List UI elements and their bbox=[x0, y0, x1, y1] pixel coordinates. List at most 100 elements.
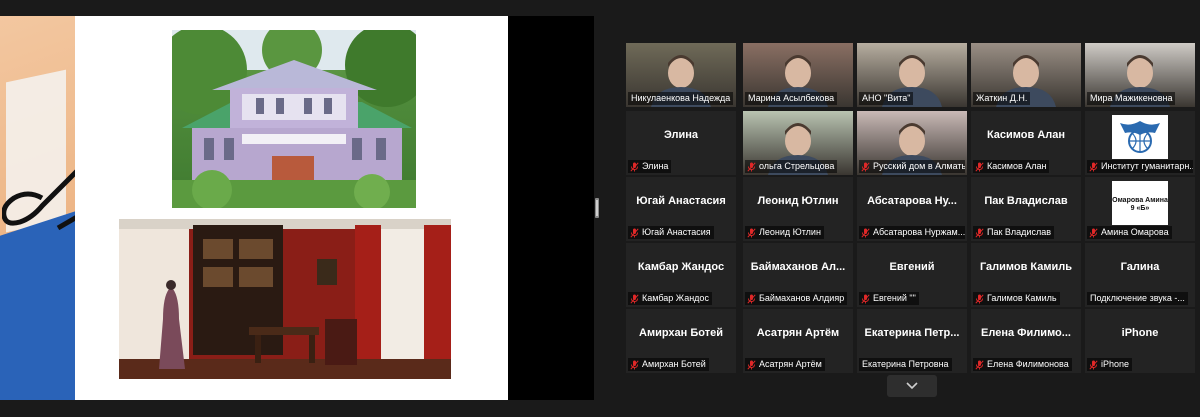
muted-mic-icon bbox=[861, 293, 870, 304]
participant-name: Югай Анастасия bbox=[642, 227, 711, 237]
participant-name-label: Галимов Камиль bbox=[973, 292, 1060, 305]
participant-display-name: Камбар Жандос bbox=[637, 261, 725, 273]
participant-name: Асатрян Артём bbox=[759, 359, 822, 369]
participant-tile[interactable]: Югай Анастасия Югай Анастасия bbox=[626, 177, 736, 241]
participant-name: Подключение звука -... bbox=[1090, 293, 1185, 303]
muted-mic-icon bbox=[630, 359, 639, 370]
participant-display-name: Елена Филимо... bbox=[981, 327, 1071, 339]
participant-name-label: Пак Владислав bbox=[973, 226, 1054, 239]
participant-name-label: Касимов Алан bbox=[973, 160, 1050, 173]
participant-display-name: Амирхан Ботей bbox=[639, 327, 723, 339]
participant-tile[interactable]: Галина Подключение звука -... bbox=[1085, 243, 1195, 307]
participant-tile[interactable]: Асатрян Артём Асатрян Артём bbox=[743, 309, 853, 373]
split-view-handle[interactable] bbox=[595, 198, 599, 218]
participant-tile[interactable]: Касимов Алан Касимов Алан bbox=[971, 111, 1081, 175]
participant-tile[interactable]: АНО "Вита" bbox=[857, 43, 967, 107]
muted-mic-icon bbox=[975, 293, 984, 304]
muted-mic-icon bbox=[747, 161, 756, 172]
participant-name-label: Русский дом в Алматы bbox=[859, 160, 965, 173]
participant-tile[interactable]: Никулаенкова Надежда bbox=[626, 43, 736, 107]
participant-name-label: Мира Мажикеновна bbox=[1087, 92, 1176, 105]
participant-name-label: Никулаенкова Надежда bbox=[628, 92, 734, 105]
house-museum-photo bbox=[172, 30, 416, 208]
participant-name: Никулаенкова Надежда bbox=[631, 93, 731, 103]
participant-name: Касимов Алан bbox=[987, 161, 1047, 171]
participant-tile[interactable]: iPhone iPhone bbox=[1085, 309, 1195, 373]
participant-name: Марина Асылбекова bbox=[748, 93, 835, 103]
participant-tile[interactable]: ольга Стрельцова bbox=[743, 111, 853, 175]
participant-name-label: Амирхан Ботей bbox=[628, 358, 709, 371]
participant-name: Екатерина Петровна bbox=[862, 359, 949, 369]
participant-tile[interactable]: Жаткин Д.Н. bbox=[971, 43, 1081, 107]
participant-name: Жаткин Д.Н. bbox=[976, 93, 1028, 103]
participant-tile[interactable]: Леонид Ютлин Леонид Ютлин bbox=[743, 177, 853, 241]
participant-display-name: iPhone bbox=[1121, 327, 1159, 339]
participant-name-label: Елена Филимонова bbox=[973, 358, 1072, 371]
participant-name-label: Элина bbox=[628, 160, 672, 173]
participant-tile[interactable]: Мира Мажикеновна bbox=[1085, 43, 1195, 107]
muted-mic-icon bbox=[975, 227, 984, 238]
participant-tile[interactable]: Марина Асылбекова bbox=[743, 43, 853, 107]
muted-mic-icon bbox=[630, 293, 639, 304]
muted-mic-icon bbox=[1089, 227, 1098, 238]
participant-display-name: Евгений bbox=[889, 261, 935, 273]
participant-name-label: iPhone bbox=[1087, 358, 1133, 371]
muted-mic-icon bbox=[630, 161, 639, 172]
participant-name: Елена Филимонова bbox=[987, 359, 1069, 369]
study-room-photo bbox=[119, 219, 451, 379]
participant-display-name: Элина bbox=[663, 129, 699, 141]
gallery-next-page-button[interactable] bbox=[887, 375, 937, 397]
participant-name-label: Асатрян Артём bbox=[745, 358, 825, 371]
participant-name: ольга Стрельцова bbox=[759, 161, 835, 171]
participant-name-label: Жаткин Д.Н. bbox=[973, 92, 1031, 105]
participant-tile[interactable]: Баймаханов Ал... Баймаханов Алдияр bbox=[743, 243, 853, 307]
muted-mic-icon bbox=[1089, 161, 1098, 172]
muted-mic-icon bbox=[747, 227, 756, 238]
participant-tile[interactable]: Абсатарова Ну... Абсатарова Нуржам... bbox=[857, 177, 967, 241]
participant-tile[interactable]: Элина Элина bbox=[626, 111, 736, 175]
participant-tile[interactable]: Елена Филимо... Елена Филимонова bbox=[971, 309, 1081, 373]
participant-name: Амина Омарова bbox=[1101, 227, 1169, 237]
participant-name-label: Институт гуманитарн... bbox=[1087, 160, 1193, 173]
participant-tile[interactable]: Пак Владислав Пак Владислав bbox=[971, 177, 1081, 241]
participant-display-name: Югай Анастасия bbox=[636, 195, 726, 207]
presentation-slide bbox=[0, 16, 508, 400]
participant-tile[interactable]: Галимов Камиль Галимов Камиль bbox=[971, 243, 1081, 307]
participant-name-label: Баймаханов Алдияр bbox=[745, 292, 848, 305]
participant-name: Баймаханов Алдияр bbox=[759, 293, 845, 303]
participant-name: Евгений "" bbox=[873, 293, 916, 303]
participant-name: Камбар Жандос bbox=[642, 293, 709, 303]
participant-display-name: Галина bbox=[1120, 261, 1160, 273]
participant-tile[interactable]: Русский дом в Алматы bbox=[857, 111, 967, 175]
participant-tile[interactable]: Омарова Амина 9 «Б» Амина Омарова bbox=[1085, 177, 1195, 241]
muted-mic-icon bbox=[861, 227, 870, 238]
participant-display-name: Леонид Ютлин bbox=[757, 195, 839, 207]
zoom-meeting-window: Никулаенкова Надежда Марина Асылбекова АНО… bbox=[0, 0, 1200, 417]
participant-name: Элина bbox=[642, 161, 669, 171]
participant-display-name: Пак Владислав bbox=[984, 195, 1068, 207]
participant-name-label: Марина Асылбекова bbox=[745, 92, 838, 105]
participant-tile[interactable]: Амирхан Ботей Амирхан Ботей bbox=[626, 309, 736, 373]
participant-name-label: Евгений "" bbox=[859, 292, 919, 305]
participant-name-label: ольга Стрельцова bbox=[745, 160, 838, 173]
participant-name: Абсатарова Нуржам... bbox=[873, 227, 965, 237]
participant-name: АНО "Вита" bbox=[862, 93, 911, 103]
participant-name: Русский дом в Алматы bbox=[873, 161, 965, 171]
participant-name: Леонид Ютлин bbox=[759, 227, 821, 237]
slide-decoration bbox=[0, 16, 75, 400]
profile-picture-text: Омарова Амина 9 «Б» bbox=[1112, 197, 1168, 212]
participant-display-name: Галимов Камиль bbox=[979, 261, 1073, 273]
participant-name-label: Екатерина Петровна bbox=[859, 358, 952, 371]
participant-tile[interactable]: Институт гуманитарн... bbox=[1085, 111, 1195, 175]
participant-name: Амирхан Ботей bbox=[642, 359, 706, 369]
glasses-image bbox=[2, 169, 75, 231]
shared-screen[interactable] bbox=[0, 16, 594, 400]
muted-mic-icon bbox=[975, 359, 984, 370]
participant-name: Галимов Камиль bbox=[987, 293, 1057, 303]
chevron-down-icon bbox=[906, 382, 918, 390]
participant-display-name: Касимов Алан bbox=[986, 129, 1066, 141]
participant-tile[interactable]: Камбар Жандос Камбар Жандос bbox=[626, 243, 736, 307]
muted-mic-icon bbox=[747, 293, 756, 304]
participant-tile[interactable]: Евгений Евгений "" bbox=[857, 243, 967, 307]
participant-tile[interactable]: Екатерина Петр... Екатерина Петровна bbox=[857, 309, 967, 373]
